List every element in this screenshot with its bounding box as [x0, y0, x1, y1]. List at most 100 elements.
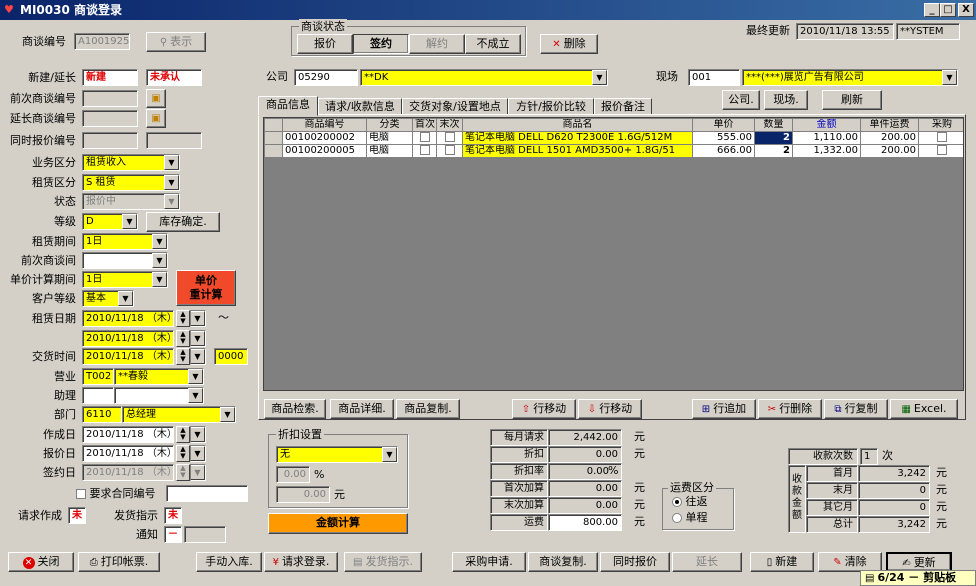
lease-date-from[interactable]: 2010/11/18 （木） [82, 310, 174, 327]
lease-date-to-spinner[interactable]: ▲ ▼ [176, 330, 190, 347]
cell-shipping[interactable]: 200.00 [860, 144, 919, 158]
prev-deal-folder-button[interactable]: ▣ [146, 89, 166, 108]
cell-first[interactable] [412, 131, 437, 145]
contract-checkbox-row[interactable]: 要求合同编号 [76, 486, 156, 502]
biz-class-select[interactable]: 租赁收入 ▼ [82, 154, 180, 171]
cell-first[interactable] [412, 144, 437, 158]
chevron-down-icon[interactable]: ▼ [152, 234, 167, 249]
status-cancel-button[interactable]: 解约 [409, 34, 465, 54]
cell-category[interactable]: 电脑 [366, 144, 413, 158]
discount-type-select[interactable]: 无 ▼ [276, 446, 398, 463]
delivery-time[interactable]: 0000 [214, 348, 248, 365]
state-select[interactable]: 报价中 ▼ [82, 193, 180, 210]
manual-stock-button[interactable]: 手动入库. [196, 552, 262, 572]
signed-drop[interactable]: ▼ [190, 464, 206, 481]
invoice-register-button[interactable]: ¥ 请求登录. [264, 552, 338, 572]
print-button[interactable]: ⎙ 打印帐票. [78, 552, 160, 572]
col-header-qty[interactable]: 数量 [754, 118, 793, 132]
close-button[interactable]: ✕ 关闭 [8, 552, 74, 572]
discount-amount-field[interactable]: 0.00 [276, 486, 330, 503]
dept-select[interactable]: 总经理 ▼ [122, 406, 236, 423]
extend-button[interactable]: 延长 [672, 552, 742, 572]
chevron-down-icon[interactable]: ▼ [191, 446, 205, 461]
cell-price[interactable]: 555.00 [692, 131, 755, 145]
lease-date-to[interactable]: 2010/11/18 （木） [82, 330, 174, 347]
chevron-down-icon[interactable]: ▼ [220, 407, 235, 422]
quoted-date[interactable]: 2010/11/18 （木） [82, 445, 174, 462]
lease-date-to-drop[interactable]: ▼ [190, 330, 206, 347]
cell-name[interactable]: 笔记本电脑 DELL D620 T2300E 1.6G/512M [462, 131, 693, 145]
col-header-price[interactable]: 单价 [692, 118, 755, 132]
first-checkbox[interactable] [419, 145, 430, 155]
radio-oneway[interactable] [672, 513, 682, 523]
product-search-button[interactable]: 商品检索. [264, 399, 326, 419]
delivery-date[interactable]: 2010/11/18 （木） [82, 348, 174, 365]
tab-delivery-target[interactable]: 交货对象/设置地点 [402, 98, 508, 115]
same-quote-field[interactable] [82, 132, 138, 149]
cell-amount[interactable]: 1,110.00 [792, 131, 861, 145]
cell-code[interactable]: 00100200005 [282, 144, 367, 158]
site-info-button[interactable]: 现场. [764, 90, 808, 110]
shipping-fee-field[interactable]: 800.00 [548, 514, 622, 531]
row-copy-button[interactable]: ⧉ 行复制 [824, 399, 888, 419]
deal-no-field[interactable]: A1001925 [74, 33, 130, 50]
status-failed-button[interactable]: 不成立 [465, 34, 521, 54]
unit-period-select[interactable]: 1日 ▼ [82, 271, 168, 288]
assist-select[interactable]: ▼ [114, 387, 204, 404]
company-code[interactable]: 05290 [294, 69, 358, 86]
chevron-down-icon[interactable]: ▼ [164, 175, 179, 190]
table-row[interactable]: 00100200002 电脑 笔记本电脑 DELL D620 T2300E 1.… [264, 131, 963, 145]
shipping-roundtrip-option[interactable]: 往返 [672, 494, 708, 510]
chevron-down-icon[interactable]: ▼ [382, 447, 397, 462]
cell-code[interactable]: 00100200002 [282, 131, 367, 145]
status-quote-button[interactable]: 报价 [297, 34, 353, 54]
cell-purchase[interactable] [918, 144, 963, 158]
maximize-button[interactable]: □ [940, 3, 956, 17]
dept-code[interactable]: 6110 [82, 406, 122, 423]
contract-checkbox[interactable] [76, 489, 86, 499]
chevron-down-icon[interactable]: ▼ [164, 194, 179, 209]
cust-grade-select[interactable]: 基本 ▼ [82, 290, 134, 307]
cell-name[interactable]: 笔记本电脑 DELL 1501 AMD3500+ 1.8G/51 [462, 144, 693, 158]
stock-confirm-button[interactable]: 库存确定. [146, 212, 220, 232]
cell-price[interactable]: 666.00 [692, 144, 755, 158]
tab-product-info[interactable]: 商品信息 [258, 96, 318, 116]
lease-period-select[interactable]: 1日 ▼ [82, 233, 168, 250]
status-contract-button[interactable]: 签约 [353, 34, 409, 54]
cell-purchase[interactable] [918, 131, 963, 145]
cell-amount[interactable]: 1,332.00 [792, 144, 861, 158]
cell-category[interactable]: 电脑 [366, 131, 413, 145]
shipping-oneway-option[interactable]: 单程 [672, 510, 708, 526]
purchase-checkbox[interactable] [937, 132, 947, 142]
chevron-down-icon[interactable]: ▼ [122, 214, 137, 229]
cell-qty[interactable]: 2 [754, 131, 793, 145]
quoted-drop[interactable]: ▼ [190, 445, 206, 462]
contract-field[interactable] [166, 485, 248, 502]
recalc-price-button[interactable]: 单价 重计算 [176, 270, 236, 306]
purchase-request-button[interactable]: 采购申请. [452, 552, 526, 572]
product-grid[interactable]: 商品编号 分类 首次 末次 商品名 单价 数量 金额 单件运费 采购 00100… [263, 117, 964, 391]
first-checkbox[interactable] [419, 132, 430, 142]
chevron-down-icon[interactable]: ▼ [164, 155, 179, 170]
lease-class-select[interactable]: S 租赁 ▼ [82, 174, 180, 191]
sales-select[interactable]: **春毅 ▼ [114, 368, 204, 385]
row-add-button[interactable]: ⊞ 行追加 [692, 399, 756, 419]
col-header-code[interactable]: 商品编号 [282, 118, 367, 132]
site-code[interactable]: 001 [688, 69, 740, 86]
delivery-date-spinner[interactable]: ▲ ▼ [176, 348, 190, 365]
prev-period-select[interactable]: ▼ [82, 252, 168, 269]
move-down-button[interactable]: ⇩ 行移动 [578, 399, 642, 419]
row-selector[interactable] [264, 144, 283, 158]
chevron-down-icon[interactable]: ▼ [191, 427, 205, 442]
clear-button[interactable]: ✎ 清除 [818, 552, 882, 572]
signed-date[interactable]: 2010/11/18 （木） [82, 464, 174, 481]
site-select[interactable]: ***(***)展览广告有限公司 ▼ [742, 69, 958, 86]
chevron-down-icon[interactable]: ▼ [118, 291, 133, 306]
chevron-down-icon[interactable]: ▼ [942, 70, 957, 85]
refresh-button[interactable]: 刷新 [822, 90, 882, 110]
quoted-spinner[interactable]: ▲ ▼ [176, 445, 190, 462]
same-quote-button[interactable]: 同时报价 [600, 552, 670, 572]
discount-pct-field[interactable]: 0.00 [276, 466, 310, 483]
minimize-button[interactable]: _ [924, 3, 940, 17]
prev-deal-field[interactable] [82, 90, 138, 107]
